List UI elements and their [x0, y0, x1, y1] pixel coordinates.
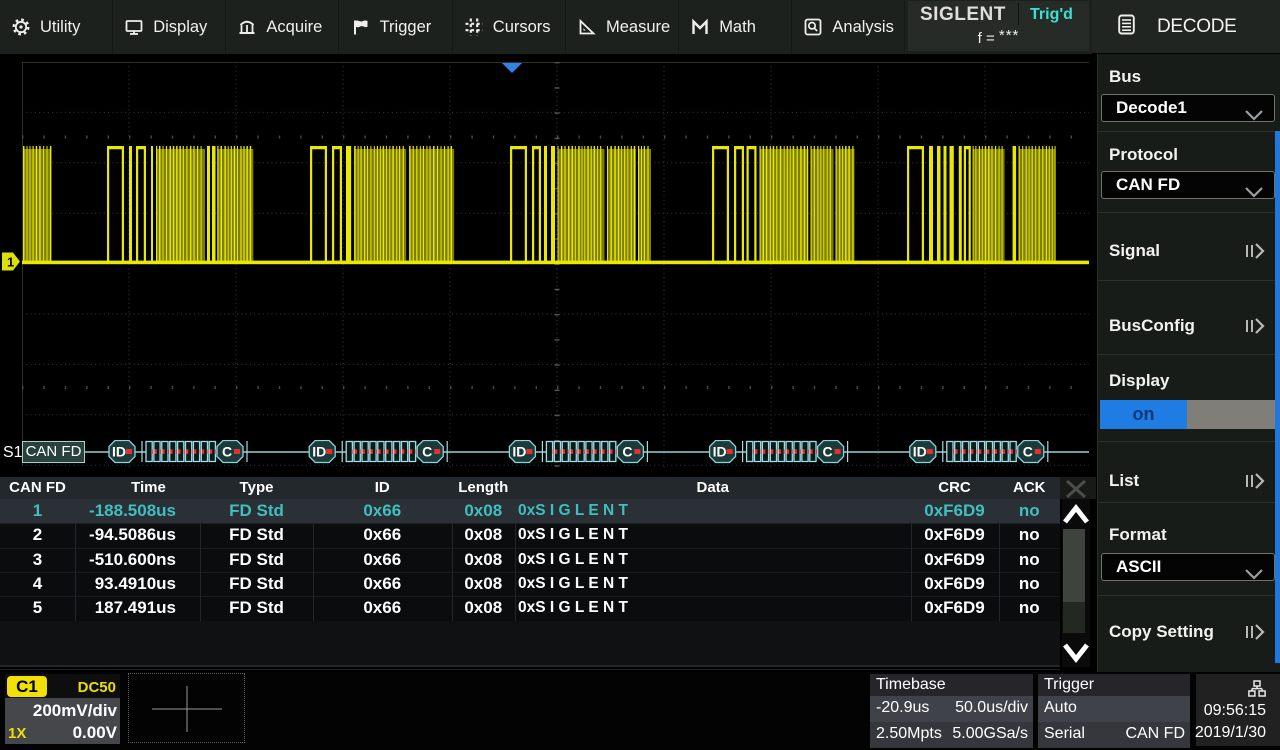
svg-text:C: C [1023, 444, 1033, 460]
svg-text:C: C [422, 444, 432, 460]
svg-text:C: C [622, 444, 632, 460]
svg-text:ID: ID [913, 444, 927, 460]
svg-text:C: C [222, 444, 232, 460]
svg-text:ID: ID [112, 444, 126, 460]
svg-text:ID: ID [312, 444, 326, 460]
svg-text:1: 1 [7, 255, 14, 270]
svg-text:ID: ID [713, 444, 727, 460]
svg-text:ID: ID [512, 444, 526, 460]
svg-text:C: C [823, 444, 833, 460]
